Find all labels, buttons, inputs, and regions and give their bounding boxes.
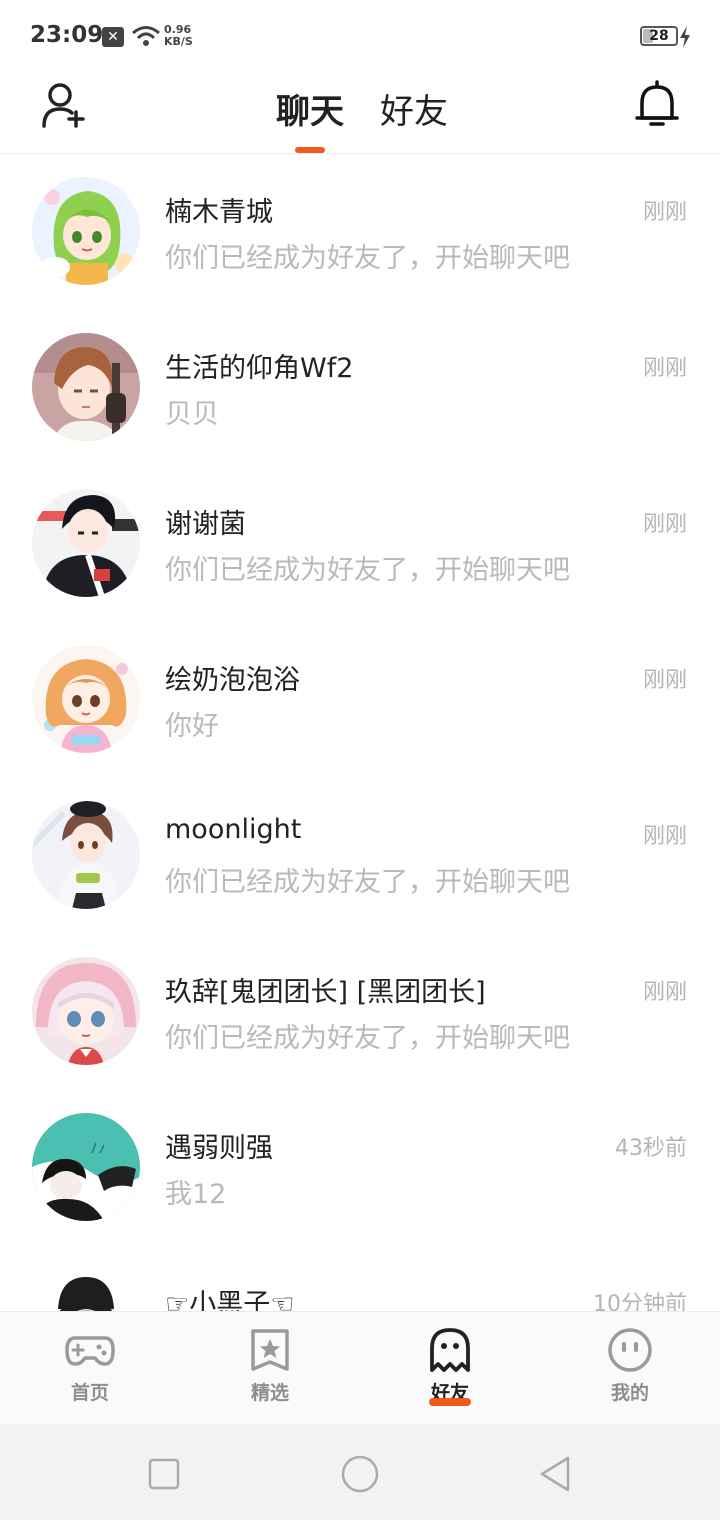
chat-time: 刚刚: [642, 824, 687, 849]
nav-label: 首页: [70, 1382, 109, 1404]
wifi-icon: [132, 26, 160, 46]
nav-item-me[interactable]: 我的: [540, 1312, 720, 1425]
chat-last-message: 你们已经成为好友了，开始聊天吧: [165, 243, 570, 274]
chat-name: 绘奶泡泡浴: [165, 665, 300, 696]
chat-last-message: 贝贝: [165, 399, 219, 430]
tab-friends[interactable]: 好友: [380, 84, 448, 133]
status-bar: 23:09 ✕ 0.96 KB/S 28: [0, 0, 720, 74]
star-badge-icon: [251, 1329, 289, 1371]
chat-last-message: 我12: [165, 1179, 227, 1210]
avatar[interactable]: [32, 1269, 140, 1311]
chat-list[interactable]: 楠木青城 你们已经成为好友了，开始聊天吧 刚刚 生活的仰角Wf2 贝贝 刚刚 谢…: [0, 154, 720, 1311]
add-friend-icon[interactable]: [40, 82, 88, 128]
nav-label: 我的: [610, 1382, 649, 1404]
nav-label: 精选: [250, 1382, 289, 1404]
face-icon: [608, 1328, 652, 1372]
chat-name: moonlight: [165, 814, 302, 845]
chat-name: 玖辞[鬼团团长] [黑团团长]: [165, 977, 486, 1008]
avatar[interactable]: [32, 489, 140, 597]
chat-item[interactable]: 谢谢菌 你们已经成为好友了，开始聊天吧 刚刚: [0, 466, 720, 622]
network-speed-unit: KB/S: [164, 35, 193, 48]
chat-last-message: 你们已经成为好友了，开始聊天吧: [165, 867, 570, 898]
chat-time: 刚刚: [642, 356, 687, 381]
chat-name: ☞小黑子☜: [165, 1289, 295, 1311]
chat-item[interactable]: 绘奶泡泡浴 你好 刚刚: [0, 622, 720, 778]
chat-name: 楠木青城: [165, 197, 273, 228]
chat-time: 43秒前: [615, 1136, 687, 1161]
chat-last-message: 你们已经成为好友了，开始聊天吧: [165, 1023, 570, 1054]
home-icon[interactable]: [340, 1454, 380, 1494]
chat-item[interactable]: 玖辞[鬼团团长] [黑团团长] 你们已经成为好友了，开始聊天吧 刚刚: [0, 934, 720, 1090]
back-icon[interactable]: [536, 1454, 576, 1494]
system-nav-bar: [0, 1424, 720, 1520]
chat-item[interactable]: 遇弱则强 我12 43秒前: [0, 1090, 720, 1246]
chat-item[interactable]: moonlight 你们已经成为好友了，开始聊天吧 刚刚: [0, 778, 720, 934]
chat-last-message: 你好: [165, 711, 219, 742]
active-tab-indicator: [295, 147, 325, 153]
bottom-nav: 首页 精选 好友 我的: [0, 1311, 720, 1424]
close-box-icon: ✕: [102, 27, 124, 47]
gamepad-icon: [65, 1336, 115, 1366]
status-time: 23:09: [30, 22, 104, 48]
chat-last-message: 你们已经成为好友了，开始聊天吧: [165, 555, 570, 586]
chat-item[interactable]: ☞小黑子☜ 10分钟前: [0, 1246, 720, 1311]
nav-item-featured[interactable]: 精选: [180, 1312, 360, 1425]
avatar[interactable]: [32, 333, 140, 441]
active-nav-indicator: [429, 1398, 471, 1406]
battery-level: 28: [649, 28, 669, 44]
recent-apps-icon[interactable]: [144, 1454, 184, 1494]
avatar[interactable]: [32, 957, 140, 1065]
chat-time: 刚刚: [642, 980, 687, 1005]
chat-time: 刚刚: [642, 200, 687, 225]
top-header: 聊天 好友: [0, 74, 720, 154]
chat-item[interactable]: 楠木青城 你们已经成为好友了，开始聊天吧 刚刚: [0, 154, 720, 310]
chat-name: 谢谢菌: [165, 509, 246, 540]
chat-time: 10分钟前: [593, 1292, 687, 1311]
charging-icon: [680, 26, 690, 48]
chat-name: 生活的仰角Wf2: [165, 353, 354, 384]
avatar[interactable]: [32, 1113, 140, 1221]
bell-icon[interactable]: [634, 80, 680, 130]
ghost-icon: [430, 1328, 470, 1372]
chat-time: 刚刚: [642, 512, 687, 537]
chat-name: 遇弱则强: [165, 1133, 273, 1164]
nav-item-home[interactable]: 首页: [0, 1312, 180, 1425]
chat-time: 刚刚: [642, 668, 687, 693]
tab-chat[interactable]: 聊天: [276, 84, 344, 133]
avatar[interactable]: [32, 801, 140, 909]
network-speed: 0.96 KB/S: [164, 24, 193, 48]
avatar[interactable]: [32, 177, 140, 285]
avatar[interactable]: [32, 645, 140, 753]
battery-icon: 28: [640, 26, 678, 46]
nav-item-friends[interactable]: 好友: [360, 1312, 540, 1425]
chat-item[interactable]: 生活的仰角Wf2 贝贝 刚刚: [0, 310, 720, 466]
